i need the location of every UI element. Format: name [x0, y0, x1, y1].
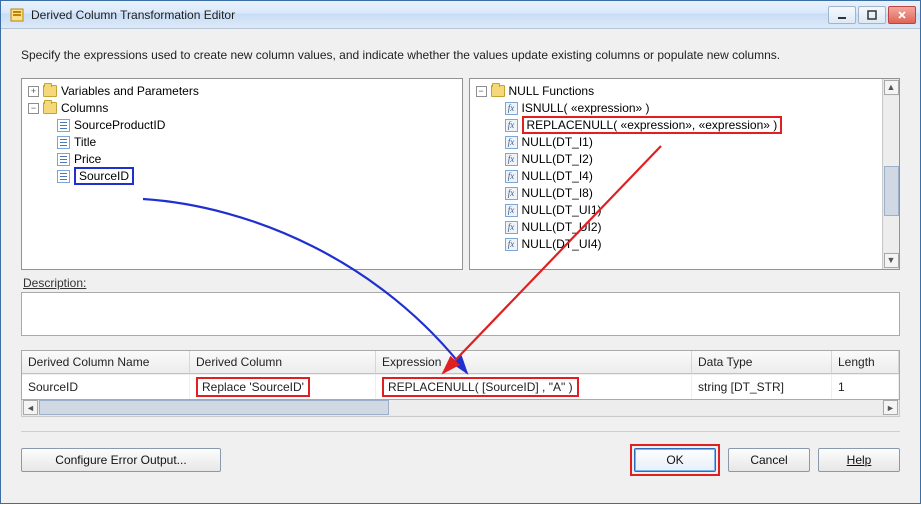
cell-derived[interactable]: Replace 'SourceID' [190, 375, 376, 399]
tree-item-label: NULL(DT_I1) [522, 135, 593, 149]
variables-columns-tree[interactable]: + Variables and Parameters − Columns SourceP… [21, 78, 463, 270]
folder-icon [43, 102, 57, 114]
grid-hscrollbar[interactable]: ◄ ► [21, 400, 900, 417]
fx-icon: fx [505, 170, 518, 183]
functions-tree-item[interactable]: fx NULL(DT_UI4) [476, 236, 879, 253]
functions-tree-item[interactable]: − NULL Functions [476, 83, 879, 100]
maximize-button[interactable] [858, 6, 886, 24]
functions-tree-item[interactable]: fx NULL(DT_UI1) [476, 202, 879, 219]
grid-header-name[interactable]: Derived Column Name [22, 351, 190, 373]
tree-item-label: NULL(DT_I2) [522, 152, 593, 166]
cancel-button[interactable]: Cancel [728, 448, 810, 472]
column-icon [57, 119, 70, 132]
cell-length[interactable]: 1 [832, 375, 899, 399]
columns-tree-item[interactable]: SourceProductID [28, 117, 458, 134]
window-title: Derived Column Transformation Editor [31, 8, 828, 22]
tree-item-label: Title [74, 135, 96, 149]
help-button[interactable]: Help [818, 448, 900, 472]
functions-tree-item[interactable]: fx NULL(DT_I2) [476, 151, 879, 168]
description-textbox[interactable] [21, 292, 900, 336]
cell-expression[interactable]: REPLACENULL( [SourceID] , "A" ) [376, 375, 692, 399]
grid-header-length[interactable]: Length [832, 351, 899, 373]
column-icon [57, 170, 70, 183]
functions-tree-item[interactable]: fx ISNULL( «expression» ) [476, 100, 879, 117]
scroll-thumb[interactable] [884, 166, 899, 216]
scroll-up-icon[interactable]: ▲ [884, 80, 899, 95]
fx-icon: fx [505, 204, 518, 217]
expand-toggle-icon[interactable]: + [28, 86, 39, 97]
fx-icon: fx [505, 102, 518, 115]
configure-error-output-button[interactable]: Configure Error Output... [21, 448, 221, 472]
columns-tree-item[interactable]: + Variables and Parameters [28, 83, 458, 100]
cell-datatype[interactable]: string [DT_STR] [692, 375, 832, 399]
tree-item-label: SourceID [74, 167, 134, 185]
tree-item-label: SourceProductID [74, 118, 165, 132]
derived-column-grid[interactable]: Derived Column Name Derived Column Expre… [21, 350, 900, 400]
functions-tree-item[interactable]: fx NULL(DT_I4) [476, 168, 879, 185]
ok-button[interactable]: OK [634, 448, 716, 472]
app-icon [9, 7, 25, 23]
column-icon [57, 136, 70, 149]
fx-icon: fx [505, 119, 518, 132]
titlebar: Derived Column Transformation Editor [1, 1, 920, 29]
fx-icon: fx [505, 187, 518, 200]
scroll-right-icon[interactable]: ► [883, 400, 898, 415]
expand-toggle-icon[interactable]: − [476, 86, 487, 97]
folder-icon [491, 85, 505, 97]
fx-icon: fx [505, 221, 518, 234]
functions-tree-panel[interactable]: −NULL FunctionsfxISNULL( «expression» )f… [469, 78, 901, 270]
grid-header-expression[interactable]: Expression [376, 351, 692, 373]
tree-item-label: Price [74, 152, 101, 166]
functions-tree-item[interactable]: fx NULL(DT_I1) [476, 134, 879, 151]
tree-item-label: Columns [61, 101, 108, 115]
folder-icon [43, 85, 57, 97]
functions-tree-item[interactable]: fx REPLACENULL( «expression», «expression… [476, 117, 879, 134]
column-icon [57, 153, 70, 166]
expand-toggle-icon[interactable]: − [28, 103, 39, 114]
fx-icon: fx [505, 136, 518, 149]
columns-tree-item[interactable]: Price [28, 151, 458, 168]
columns-tree-item[interactable]: Title [28, 134, 458, 151]
instruction-text: Specify the expressions used to create n… [21, 47, 900, 64]
fx-icon: fx [505, 153, 518, 166]
scroll-down-icon[interactable]: ▼ [884, 253, 899, 268]
scroll-left-icon[interactable]: ◄ [23, 400, 38, 415]
tree-item-label: ISNULL( «expression» ) [522, 101, 650, 115]
functions-tree-item[interactable]: fx NULL(DT_UI2) [476, 219, 879, 236]
hscroll-thumb[interactable] [39, 400, 389, 415]
close-button[interactable] [888, 6, 916, 24]
help-button-label: Help [847, 453, 872, 467]
tree-item-label: NULL(DT_I8) [522, 186, 593, 200]
grid-row[interactable]: SourceID Replace 'SourceID' REPLACENULL(… [22, 374, 899, 399]
tree-item-label: NULL Functions [509, 84, 595, 98]
editor-window: Derived Column Transformation Editor Spe… [0, 0, 921, 504]
cell-derived-value: Replace 'SourceID' [196, 377, 310, 397]
cell-name[interactable]: SourceID [22, 375, 190, 399]
columns-tree-item[interactable]: SourceID [28, 168, 458, 185]
tree-item-label: REPLACENULL( «expression», «expression» … [522, 116, 783, 134]
fx-icon: fx [505, 238, 518, 251]
grid-header-datatype[interactable]: Data Type [692, 351, 832, 373]
functions-scrollbar[interactable]: ▲ ▼ [882, 79, 899, 269]
cell-expression-value: REPLACENULL( [SourceID] , "A" ) [382, 377, 579, 397]
description-label: Description: [21, 276, 900, 290]
tree-item-label: NULL(DT_UI1) [522, 203, 602, 217]
grid-header-derived[interactable]: Derived Column [190, 351, 376, 373]
minimize-button[interactable] [828, 6, 856, 24]
tree-item-label: NULL(DT_I4) [522, 169, 593, 183]
tree-item-label: NULL(DT_UI2) [522, 220, 602, 234]
functions-tree-item[interactable]: fx NULL(DT_I8) [476, 185, 879, 202]
tree-item-label: Variables and Parameters [61, 84, 199, 98]
tree-item-label: NULL(DT_UI4) [522, 237, 602, 251]
columns-tree-item[interactable]: − Columns [28, 100, 458, 117]
